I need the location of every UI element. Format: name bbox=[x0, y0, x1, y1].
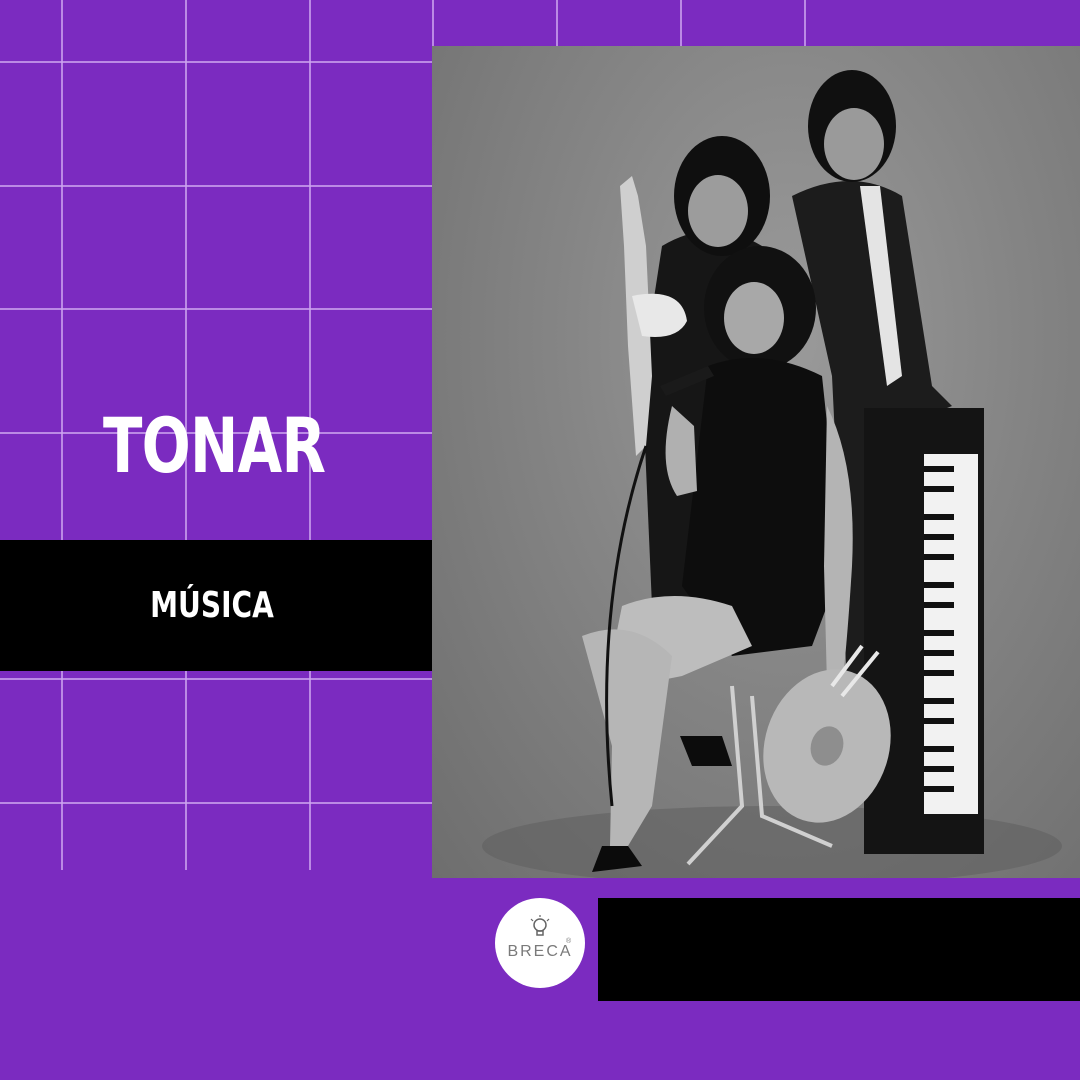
grid-line bbox=[0, 61, 432, 63]
grid-line bbox=[680, 0, 682, 46]
grid-line bbox=[556, 0, 558, 46]
lightbulb-icon bbox=[530, 915, 550, 936]
grid-line bbox=[0, 185, 432, 187]
footer-band bbox=[598, 898, 1080, 1001]
breca-logo: BRECA ® bbox=[495, 898, 585, 988]
registered-mark: ® bbox=[566, 938, 572, 945]
grid-line bbox=[0, 802, 432, 804]
grid-line bbox=[0, 308, 432, 310]
band-photo bbox=[432, 46, 1080, 878]
band-photo-illustration bbox=[482, 70, 1062, 878]
page-title: TONAR bbox=[102, 401, 326, 490]
grid-line bbox=[804, 0, 806, 46]
grid-line bbox=[0, 678, 432, 680]
category-label: MÚSICA bbox=[150, 585, 274, 626]
logo-text: BRECA bbox=[507, 943, 573, 960]
